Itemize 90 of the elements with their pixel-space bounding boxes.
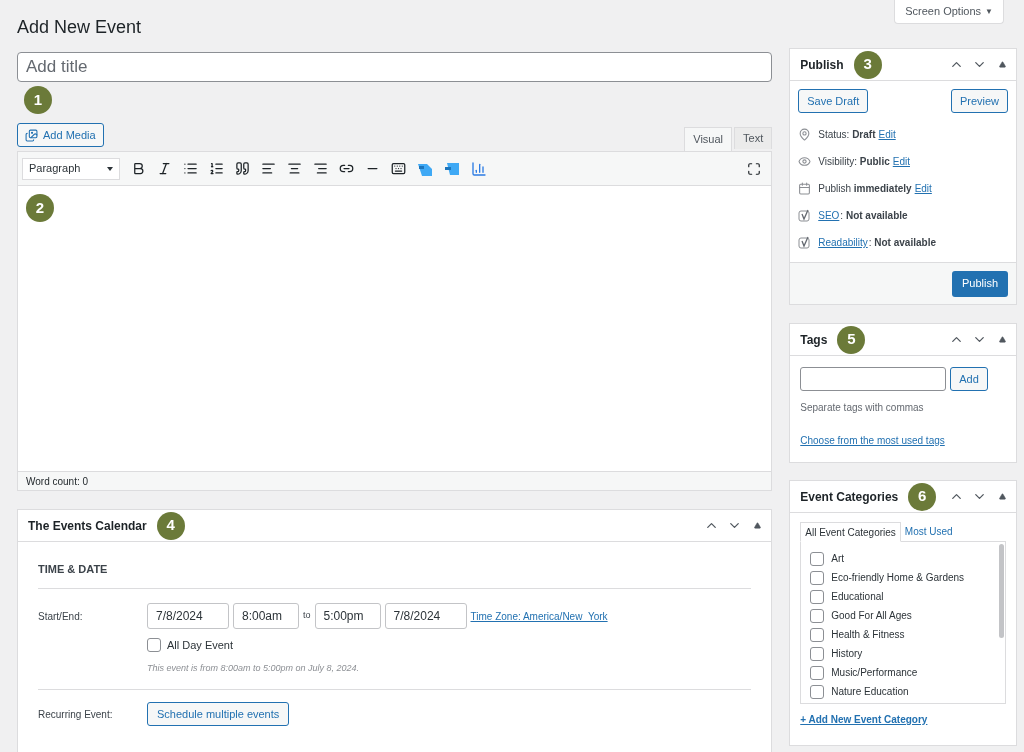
checkbox[interactable] [810, 570, 825, 585]
checkbox[interactable] [810, 551, 825, 566]
align-left-icon[interactable] [261, 161, 276, 176]
title-field[interactable]: Add title [17, 52, 773, 82]
checkbox[interactable] [810, 589, 825, 604]
editor-tab[interactable]: Text [734, 127, 773, 149]
screen-options-button[interactable]: Screen Options ▼ [894, 0, 1004, 24]
quote-icon[interactable] [235, 161, 250, 176]
end-time-field[interactable]: 5:00pm [314, 603, 381, 629]
numbered-marker: 4 [156, 511, 185, 540]
checkbox[interactable] [147, 638, 161, 653]
media-icon [25, 128, 38, 142]
preview-button[interactable]: Preview [950, 89, 1008, 113]
checkmark-box-icon [798, 236, 812, 249]
category-label: History [831, 647, 863, 661]
caret-icon [107, 166, 113, 171]
fullscreen-icon[interactable] [747, 161, 762, 176]
add-tag-button[interactable]: Add [950, 367, 988, 391]
checkbox[interactable] [810, 684, 825, 699]
editor-tab[interactable]: Visual [684, 127, 733, 151]
save-draft-button[interactable]: Save Draft [798, 89, 869, 113]
edit-link[interactable]: Edit [878, 127, 896, 142]
collapse-icon[interactable] [999, 336, 1006, 343]
category-label: Nature Education [831, 685, 909, 699]
bar-chart-icon[interactable] [471, 160, 487, 177]
edit-link[interactable]: Edit [914, 181, 932, 196]
publish-button[interactable]: Publish [951, 270, 1008, 297]
word-count: Word count: 0 [26, 474, 89, 489]
to-label: to [303, 609, 311, 623]
category-tab[interactable]: All Event Categories [800, 522, 901, 542]
panel-title: The Events Calendar [28, 517, 147, 535]
plugin-tile-icon[interactable] [444, 160, 460, 177]
info-text: Status: Draft [818, 128, 876, 142]
format-dropdown[interactable]: Paragraph [22, 157, 120, 180]
panel-title: Event Categories [800, 488, 899, 506]
category-label: Art [831, 552, 844, 566]
page-title: Add New Event [17, 16, 143, 39]
numbered-marker: 2 [26, 194, 54, 222]
start-time-field[interactable]: 8:00am [233, 603, 299, 629]
most-used-tags-link[interactable]: Choose from the most used tags [800, 433, 1006, 448]
info-text: : Not available [868, 236, 936, 250]
checkbox[interactable] [810, 608, 825, 623]
field-label: Start/End: [38, 610, 84, 624]
collapse-icon[interactable] [999, 61, 1006, 68]
calendar-icon [798, 182, 812, 195]
italic-icon[interactable] [157, 161, 172, 176]
event-summary: This event is from 8:00am to 5:00pm on July 8, 2024. [147, 661, 361, 675]
checkbox[interactable] [810, 627, 825, 642]
category-tab[interactable]: Most Used [900, 521, 957, 541]
end-date-field[interactable]: 7/8/2024 [384, 603, 467, 629]
schedule-button[interactable]: Schedule multiple events [147, 702, 290, 726]
keyboard-icon[interactable] [391, 161, 406, 176]
panel-title: Tags [800, 331, 828, 349]
numbered-list-icon[interactable] [209, 161, 224, 176]
hint-text: Separate tags with commas [800, 401, 925, 415]
section-heading: TIME & DATE [38, 563, 108, 575]
checkbox-label: All Day Event [167, 638, 234, 653]
collapse-icon[interactable] [999, 493, 1006, 500]
tag-input[interactable] [800, 367, 947, 391]
collapse-icon[interactable] [754, 522, 762, 529]
checkbox[interactable] [810, 646, 825, 661]
checkmark-box-icon [798, 209, 812, 222]
start-date-field[interactable]: 7/8/2024 [147, 603, 229, 629]
info-link[interactable]: SEO [818, 208, 840, 223]
numbered-marker: 6 [908, 482, 937, 511]
align-right-icon[interactable] [313, 161, 328, 176]
bulleted-list-icon[interactable] [183, 161, 198, 176]
add-media-button[interactable]: Add Media [17, 123, 104, 147]
info-text: Visibility: Public [818, 155, 890, 169]
info-text: Publish immediately [818, 182, 912, 196]
category-label: Educational [831, 590, 884, 604]
eye-icon [798, 155, 812, 168]
category-label: Eco-friendly Home & Gardens [831, 571, 965, 585]
category-label: Good For All Ages [831, 609, 912, 623]
edit-link[interactable]: Edit [892, 154, 910, 169]
bold-icon[interactable] [131, 161, 146, 176]
category-label: Health & Fitness [831, 628, 905, 642]
numbered-marker: 3 [853, 50, 882, 79]
timezone-link[interactable]: Time Zone: America/New_York [470, 608, 608, 624]
numbered-marker: 1 [24, 86, 52, 114]
panel-title: Publish [800, 56, 844, 74]
add-category-link[interactable]: + Add New Event Category [800, 712, 1006, 727]
align-center-icon[interactable] [287, 161, 302, 176]
category-label: Music/Performance [831, 666, 918, 680]
numbered-marker: 5 [837, 325, 866, 354]
info-link[interactable]: Readability [818, 235, 868, 250]
pin-icon [798, 128, 812, 141]
checkbox[interactable] [810, 665, 825, 680]
info-text: : Not available [840, 209, 908, 223]
field-label: Recurring Event: [38, 707, 114, 722]
